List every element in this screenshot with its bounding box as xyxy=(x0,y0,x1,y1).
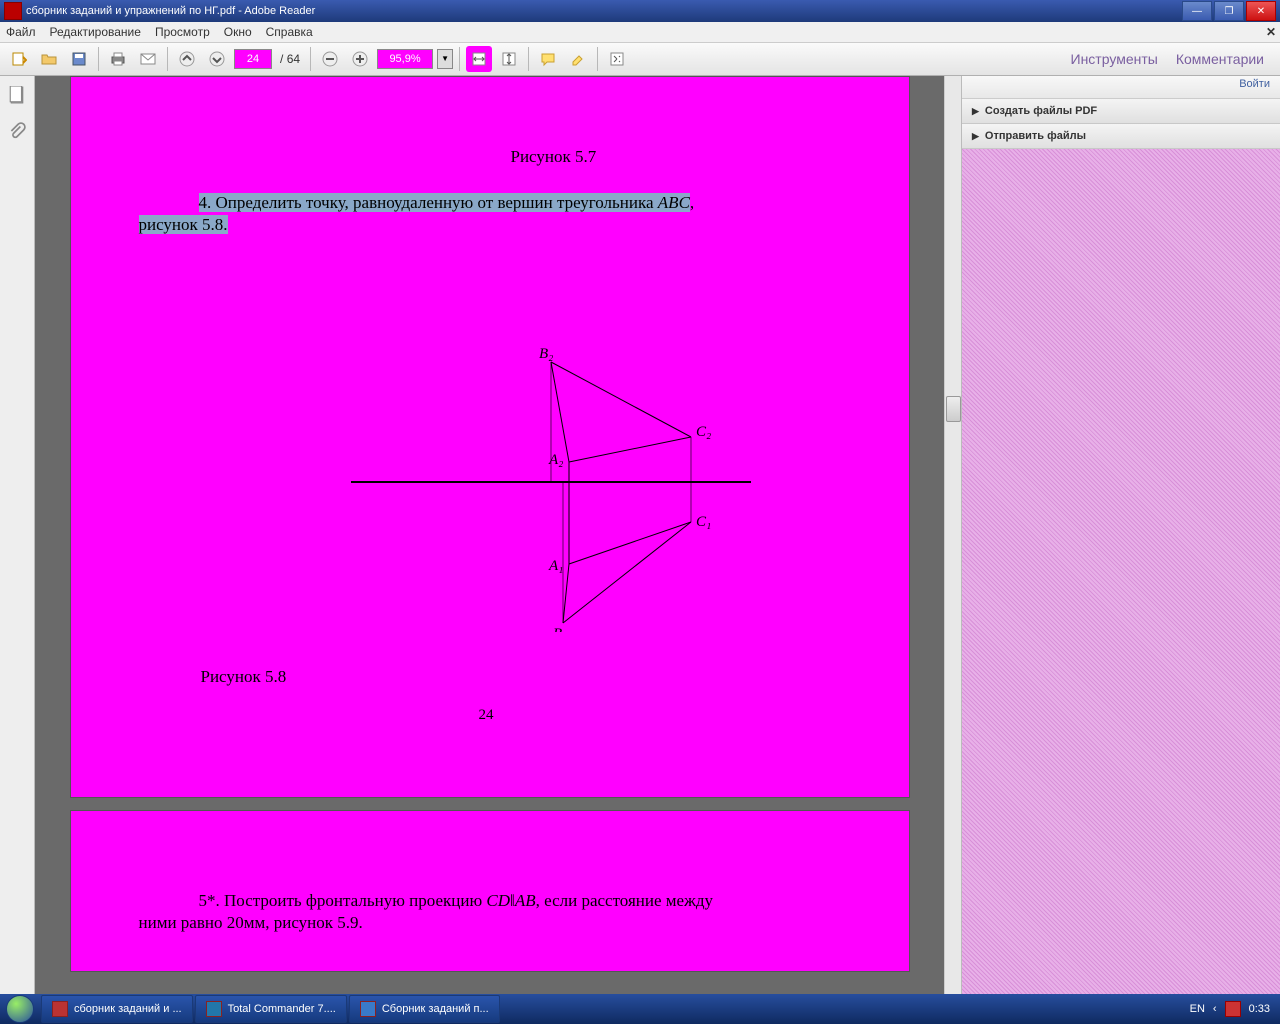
menu-edit[interactable]: Редактирование xyxy=(50,25,141,39)
totalcmd-icon xyxy=(206,1001,222,1017)
thumbnails-tab[interactable] xyxy=(6,84,28,106)
page-25: 5*. Построить фронтальную проекцию CD‖AB… xyxy=(70,810,910,972)
tray-chevron-icon[interactable]: ‹ xyxy=(1213,1003,1217,1015)
windows-orb-icon xyxy=(6,995,34,1023)
export-pdf-button[interactable] xyxy=(6,46,32,72)
page-number: 24 xyxy=(479,707,494,724)
figure-5-8-diagram: x B₂ C₂ A₂ C₁ A₁ B₁ xyxy=(351,232,751,632)
zoom-input[interactable]: 95,9% xyxy=(377,49,433,69)
minimize-button[interactable]: ― xyxy=(1182,1,1212,21)
create-pdf-panel[interactable]: ▶Создать файлы PDF xyxy=(962,99,1280,124)
comment-button[interactable] xyxy=(535,46,561,72)
chevron-right-icon: ▶ xyxy=(972,106,979,117)
word-icon xyxy=(360,1001,376,1017)
menu-window[interactable]: Окно xyxy=(224,25,252,39)
clock[interactable]: 0:33 xyxy=(1249,1003,1270,1015)
svg-text:A₂: A₂ xyxy=(548,452,563,468)
language-indicator[interactable]: EN xyxy=(1190,1003,1205,1015)
zoom-out-button[interactable] xyxy=(317,46,343,72)
task-5-line2: ними равно 20мм, рисунок 5.9. xyxy=(139,913,363,933)
print-button[interactable] xyxy=(105,46,131,72)
svg-text:B₁: B₁ xyxy=(553,626,567,632)
zoom-dropdown[interactable]: ▼ xyxy=(437,49,453,69)
close-button[interactable]: ✕ xyxy=(1246,1,1276,21)
adobe-icon xyxy=(52,1001,68,1017)
menu-file[interactable]: Файл xyxy=(6,25,36,39)
start-button[interactable] xyxy=(0,994,40,1024)
task-4-line2: рисунок 5.8. xyxy=(139,215,228,235)
taskbar-item-reader[interactable]: сборник заданий и ... xyxy=(41,995,193,1023)
page-total: 64 xyxy=(287,52,300,66)
figure-5-7-caption: Рисунок 5.7 xyxy=(511,147,597,167)
menubar: Файл Редактирование Просмотр Окно Справк… xyxy=(0,22,1280,43)
page-up-button[interactable] xyxy=(174,46,200,72)
page-down-button[interactable] xyxy=(204,46,230,72)
page-24: Рисунок 5.7 4. Определить точку, равноуд… xyxy=(70,76,910,798)
menubar-close-doc[interactable]: ✕ xyxy=(1266,25,1276,39)
task-5-line1: 5*. Построить фронтальную проекцию CD‖AB… xyxy=(199,891,713,911)
email-button[interactable] xyxy=(135,46,161,72)
vertical-scrollbar[interactable] xyxy=(944,76,961,994)
tools-pane-body xyxy=(962,149,1280,994)
chevron-right-icon: ▶ xyxy=(972,131,979,142)
taskbar-item-word[interactable]: Сборник заданий п... xyxy=(349,995,500,1023)
window-title: сборник заданий и упражнений по НГ.pdf -… xyxy=(26,5,1182,17)
system-tray: EN ‹ 0:33 xyxy=(1180,1001,1280,1017)
menu-help[interactable]: Справка xyxy=(266,25,313,39)
maximize-button[interactable]: ❐ xyxy=(1214,1,1244,21)
open-button[interactable] xyxy=(36,46,62,72)
toolbar: 24 / 64 95,9% ▼ Инструменты Комментарии xyxy=(0,43,1280,76)
titlebar: сборник заданий и упражнений по НГ.pdf -… xyxy=(0,0,1280,22)
tools-link[interactable]: Инструменты xyxy=(1071,51,1158,67)
svg-text:B₂: B₂ xyxy=(539,346,553,362)
menu-view[interactable]: Просмотр xyxy=(155,25,210,39)
fit-page-button[interactable] xyxy=(496,46,522,72)
tray-app-icon[interactable] xyxy=(1225,1001,1241,1017)
svg-text:C₁: C₁ xyxy=(696,514,711,530)
app-icon xyxy=(4,2,22,20)
taskbar: сборник заданий и ... Total Commander 7.… xyxy=(0,994,1280,1024)
fit-width-button[interactable] xyxy=(466,46,492,72)
sign-in-link[interactable]: Войти xyxy=(962,76,1280,99)
zoom-in-button[interactable] xyxy=(347,46,373,72)
svg-text:C₂: C₂ xyxy=(696,424,711,440)
taskbar-item-totalcmd[interactable]: Total Commander 7.... xyxy=(195,995,347,1023)
nav-pane xyxy=(0,76,35,994)
tools-pane: Войти ▶Создать файлы PDF ▶Отправить файл… xyxy=(961,76,1280,994)
scrollbar-thumb[interactable] xyxy=(946,396,961,422)
document-area[interactable]: Рисунок 5.7 4. Определить точку, равноуд… xyxy=(35,76,944,994)
figure-5-8-caption: Рисунок 5.8 xyxy=(201,667,287,687)
attachments-tab[interactable] xyxy=(6,120,28,142)
svg-text:A₁: A₁ xyxy=(548,558,563,574)
page-number-input[interactable]: 24 xyxy=(234,49,272,69)
save-button[interactable] xyxy=(66,46,92,72)
read-mode-button[interactable] xyxy=(604,46,630,72)
task-4-line1: 4. Определить точку, равноудаленную от в… xyxy=(199,193,695,213)
comments-link[interactable]: Комментарии xyxy=(1176,51,1264,67)
highlight-button[interactable] xyxy=(565,46,591,72)
send-files-panel[interactable]: ▶Отправить файлы xyxy=(962,124,1280,149)
